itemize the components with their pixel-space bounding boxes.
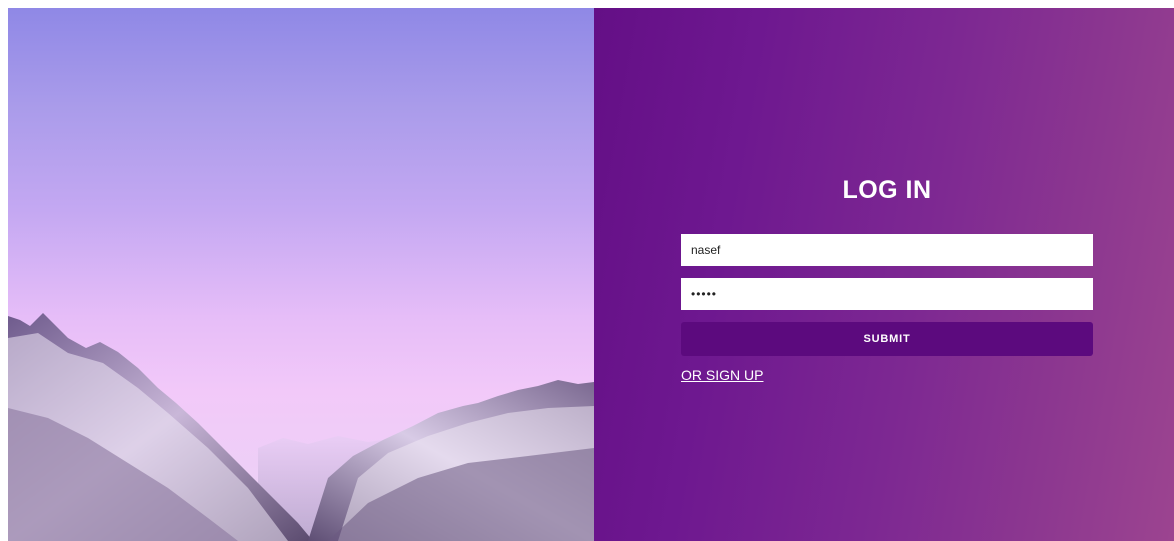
mountain-illustration bbox=[8, 313, 594, 541]
submit-button[interactable]: SUBMIT bbox=[681, 322, 1093, 356]
signup-link[interactable]: OR SIGN UP bbox=[681, 367, 763, 383]
login-panel: LOG IN SUBMIT OR SIGN UP bbox=[594, 8, 1174, 541]
login-title: LOG IN bbox=[842, 176, 932, 204]
hero-mountain-image bbox=[8, 8, 594, 541]
password-input[interactable] bbox=[681, 278, 1093, 310]
username-input[interactable] bbox=[681, 234, 1093, 266]
login-page: LOG IN SUBMIT OR SIGN UP bbox=[8, 8, 1174, 541]
